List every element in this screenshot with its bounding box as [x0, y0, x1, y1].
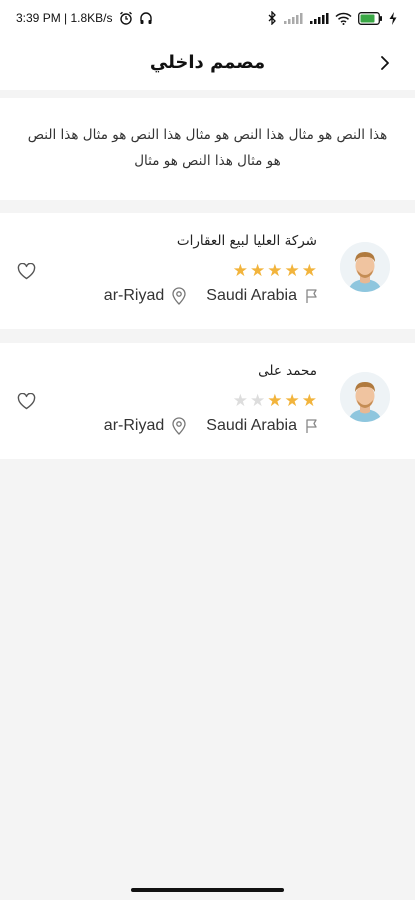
location: ar-Riyad Saudi Arabia: [104, 417, 319, 435]
alarm-icon: [119, 11, 133, 25]
charging-icon: [389, 11, 397, 25]
flag-icon: [306, 419, 317, 433]
star-filled-icon: ★: [267, 391, 283, 411]
page-title: مصمم داخلي: [149, 52, 266, 73]
designer-card[interactable]: شركة العليا لبيع العقارات ★ ★ ★ ★ ★ ar-Riyad…: [0, 213, 415, 329]
designer-name: شركة العليا لبيع العقارات: [176, 233, 317, 249]
city-label: ar-Riyad: [103, 417, 165, 434]
heart-icon: [17, 262, 35, 279]
rating-stars: ★ ★ ★ ★ ★: [233, 392, 317, 410]
status-bar-right: [267, 11, 397, 25]
heart-icon: [17, 392, 35, 409]
location-pin-icon: [172, 417, 186, 435]
star-filled-icon: ★: [267, 261, 283, 281]
chevron-right-icon: [381, 56, 389, 70]
designer-name: محمد على: [258, 363, 317, 379]
avatar: [340, 372, 390, 422]
home-indicator[interactable]: [131, 888, 284, 892]
flag-icon: [306, 289, 317, 303]
country-label: Saudi Arabia: [206, 417, 297, 434]
status-bar-left: 3:39 PM | 1.8KB/s: [16, 11, 153, 25]
signal-icon-sim2: [309, 12, 329, 24]
star-filled-icon: ★: [284, 261, 300, 281]
star-filled-icon: ★: [232, 261, 248, 281]
location: ar-Riyad Saudi Arabia: [104, 287, 319, 305]
bluetooth-icon: [267, 11, 277, 25]
designer-card[interactable]: محمد على ★ ★ ★ ★ ★ ar-Riyad Saudi Arabia: [0, 343, 415, 459]
star-filled-icon: ★: [250, 261, 266, 281]
rating-stars: ★ ★ ★ ★ ★: [233, 262, 317, 280]
status-bar: 3:39 PM | 1.8KB/s: [0, 0, 415, 36]
star-filled-icon: ★: [301, 391, 317, 411]
favorite-button[interactable]: [14, 259, 38, 283]
wifi-icon: [335, 12, 352, 25]
favorite-button[interactable]: [14, 389, 38, 413]
description-text: هذا النص هو مثال هذا النص هو مثال هذا ال…: [0, 98, 415, 200]
signal-icon-sim1: [283, 12, 303, 24]
app-bar: مصمم داخلي: [0, 36, 415, 90]
star-filled-icon: ★: [284, 391, 300, 411]
back-button[interactable]: [370, 48, 400, 78]
avatar: [340, 242, 390, 292]
battery-icon: [358, 11, 383, 25]
status-time: 3:39 PM | 1.8KB/s: [16, 11, 113, 25]
location-pin-icon: [172, 287, 186, 305]
city-label: ar-Riyad: [103, 287, 165, 304]
star-empty-icon: ★: [250, 391, 266, 411]
headphones-icon: [139, 11, 153, 25]
country-label: Saudi Arabia: [206, 287, 297, 304]
star-filled-icon: ★: [301, 261, 317, 281]
star-empty-icon: ★: [232, 391, 248, 411]
